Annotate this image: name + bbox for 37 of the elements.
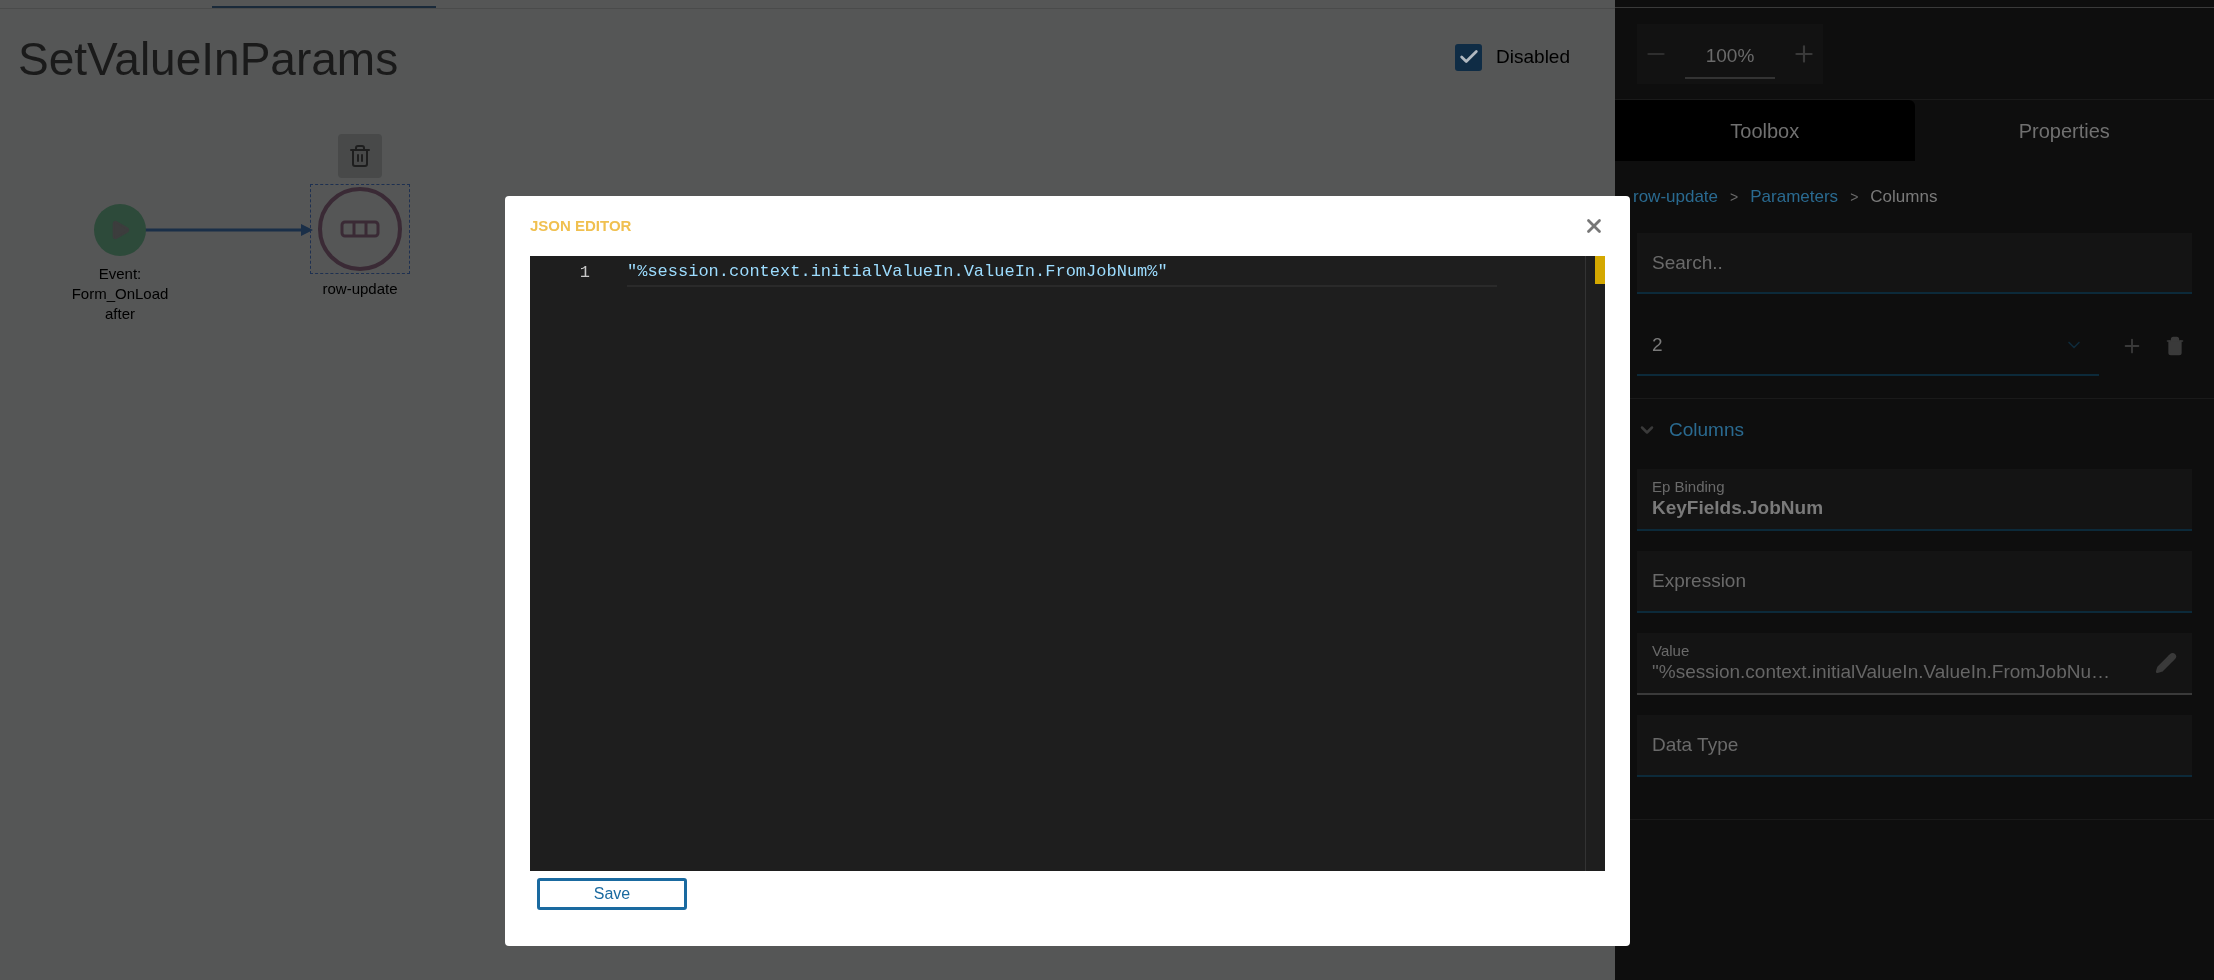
field-value: KeyFields.JobNum: [1652, 496, 1825, 520]
section-header[interactable]: Columns: [1615, 399, 2214, 461]
text-field[interactable]: Data Type: [1637, 715, 2192, 777]
trash-icon[interactable]: [2165, 335, 2185, 357]
field-label: Value: [1652, 642, 1691, 660]
breadcrumb-link[interactable]: Parameters: [1750, 184, 1839, 210]
node-label: Event: Form_OnLoad after: [70, 264, 170, 324]
breadcrumb-separator: >: [1850, 187, 1859, 207]
node-label: row-update: [322, 279, 398, 299]
row-icon: [340, 220, 380, 238]
edit-icon[interactable]: [2155, 652, 2177, 674]
scroll-marker: [1595, 256, 1605, 284]
dialog-title: JSON EDITOR: [530, 215, 632, 236]
zoom-value: 100%: [1685, 42, 1775, 79]
trash-icon: [348, 144, 372, 168]
select-field[interactable]: 2: [1637, 316, 2099, 376]
code-editor[interactable]: 1 "%session.context.initialValueIn.ValueIn.FromJobNum%": [530, 256, 1605, 871]
breadcrumb-link[interactable]: row-update: [1633, 184, 1719, 210]
panel-tab[interactable]: Properties: [1914, 100, 2214, 161]
start-node[interactable]: [94, 204, 146, 256]
action-node[interactable]: [310, 184, 410, 274]
save-button[interactable]: Save: [537, 878, 687, 910]
page-title: SetValueInParams: [18, 32, 399, 87]
delete-node-button[interactable]: [338, 134, 382, 178]
field-label: Ep Binding: [1652, 478, 1726, 496]
text-field[interactable]: Ep Binding KeyFields.JobNum: [1637, 469, 2192, 531]
line-number: 1: [578, 262, 590, 285]
field-label: Expression: [1652, 568, 1747, 593]
field-label: Data Type: [1652, 732, 1740, 757]
panel-tab[interactable]: Toolbox: [1615, 100, 1915, 161]
text-field[interactable]: Expression: [1637, 551, 2192, 613]
code-line: "%session.context.initialValueIn.ValueIn.FromJobNum%": [627, 259, 1497, 287]
search-field[interactable]: Search..: [1637, 233, 2192, 294]
breadcrumb-current: Columns: [1870, 186, 1938, 209]
field-value: "%session.context.initialValueIn.ValueIn.FromJobNu…: [1652, 660, 2112, 684]
breadcrumb-separator: >: [1730, 187, 1739, 207]
value-field[interactable]: Value "%session.context.initialValueIn.ValueIn.FromJobNu…: [1637, 633, 2192, 695]
